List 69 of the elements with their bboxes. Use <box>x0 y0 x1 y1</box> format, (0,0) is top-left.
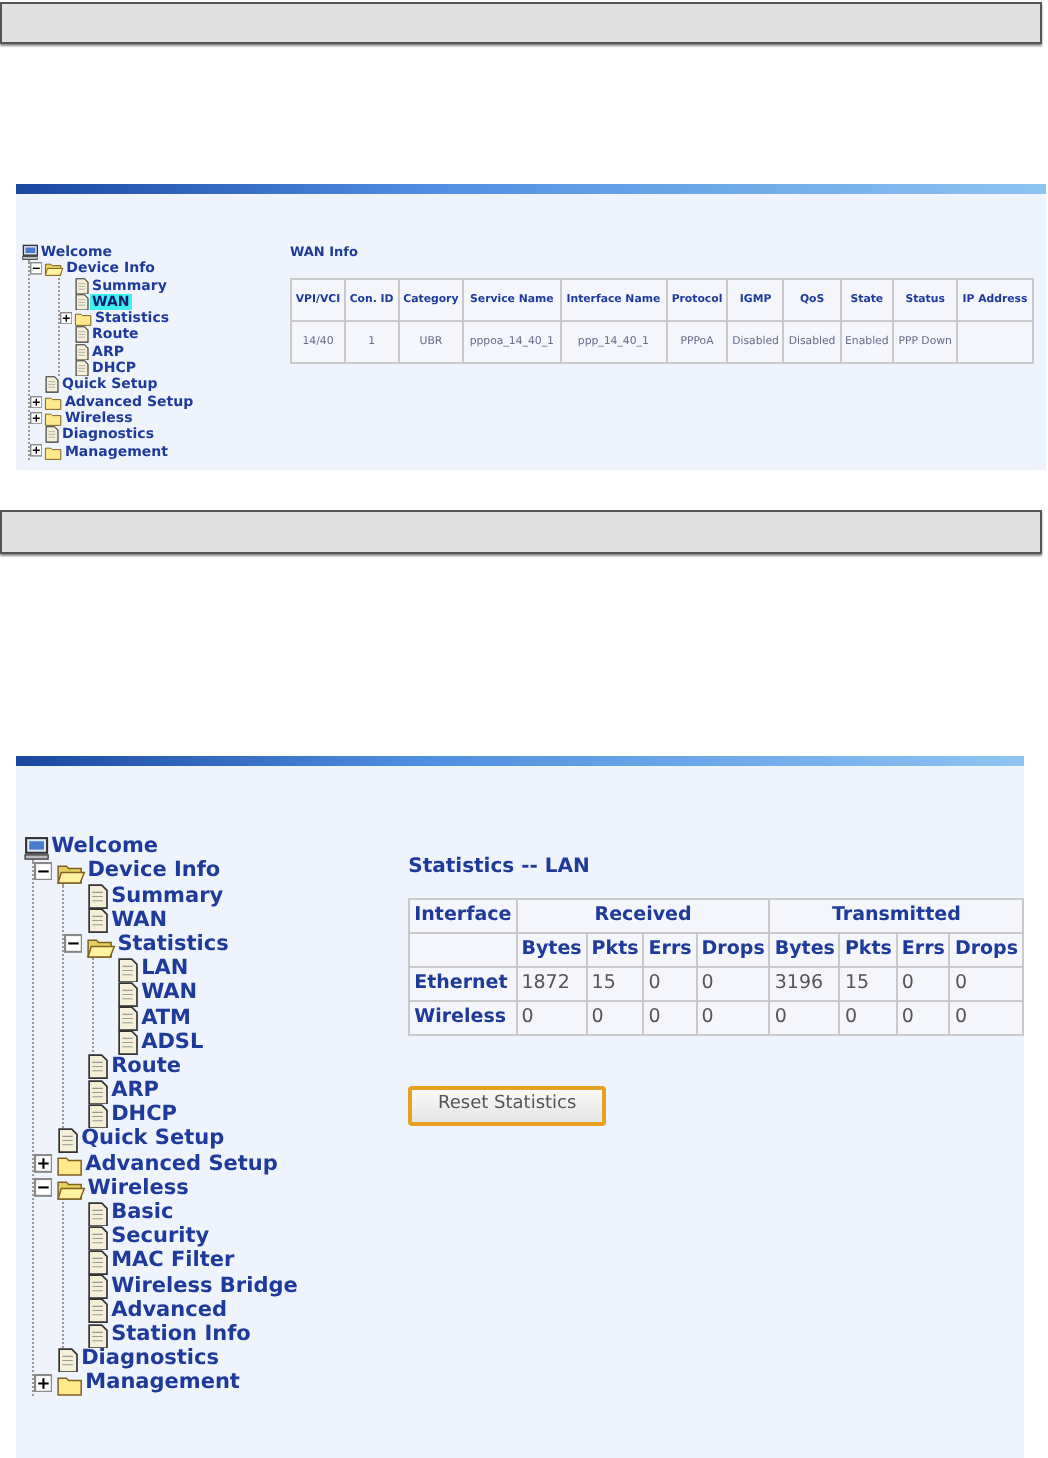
column-header: Errs <box>643 933 697 967</box>
folder-icon <box>56 1152 84 1178</box>
column-header: Pkts <box>839 933 897 967</box>
folder-icon <box>74 310 93 328</box>
table-cell: 0 <box>696 967 770 1001</box>
document-icon <box>116 957 140 983</box>
document-icon <box>86 884 110 910</box>
document-icon <box>44 376 61 394</box>
document-icon <box>116 1006 140 1032</box>
collapse-icon[interactable] <box>30 262 43 276</box>
document-icon <box>86 1249 110 1276</box>
open-folder-icon <box>56 1176 86 1203</box>
expand-icon[interactable] <box>30 411 43 425</box>
row-header: Wireless <box>409 1001 517 1035</box>
document-icon <box>116 981 140 1008</box>
open-folder-icon <box>44 260 65 278</box>
expand-icon[interactable] <box>30 395 43 408</box>
document-icon <box>86 1225 110 1251</box>
document-icon <box>74 343 91 361</box>
row-header: Ethernet <box>409 967 517 1001</box>
table-cell: 1872 <box>516 967 587 1001</box>
page-title: Statistics -- LAN <box>408 854 592 882</box>
computer-icon <box>24 835 50 861</box>
document-icon <box>44 426 61 444</box>
table-cell: 3196 <box>769 967 840 1001</box>
document-icon <box>74 326 91 344</box>
table-cell: 0 <box>896 967 950 1001</box>
column-header: Drops <box>949 933 1023 967</box>
document-icon <box>86 908 110 934</box>
document-icon <box>74 277 91 294</box>
document-icon <box>116 1030 140 1056</box>
table-cell: 0 <box>586 1001 644 1035</box>
table-cell: 0 <box>643 1001 697 1035</box>
document-icon <box>74 360 91 377</box>
table-cell: 0 <box>516 1001 587 1035</box>
table-cell: 15 <box>839 967 897 1001</box>
document-icon <box>86 1274 110 1300</box>
column-group-header: Received <box>516 899 770 933</box>
document-icon <box>86 1079 110 1105</box>
table-cell: 0 <box>839 1001 897 1035</box>
expand-icon[interactable] <box>60 312 73 325</box>
collapse-icon[interactable] <box>34 861 53 881</box>
document-icon <box>74 293 91 311</box>
table-cell: 0 <box>643 967 697 1001</box>
column-header: Pkts <box>586 933 644 967</box>
table-cell: 0 <box>769 1001 840 1035</box>
column-header: Interface <box>409 899 517 933</box>
column-header: Bytes <box>516 933 587 967</box>
table-cell: 15 <box>586 967 644 1001</box>
collapse-icon[interactable] <box>64 934 83 954</box>
reset-button[interactable]: Reset Statistics <box>408 1086 607 1125</box>
table-cell: 0 <box>949 1001 1023 1035</box>
column-header: Errs <box>896 933 950 967</box>
table-cell: 0 <box>949 967 1023 1001</box>
document-icon <box>86 1298 110 1324</box>
computer-icon <box>22 243 39 261</box>
column-header: Bytes <box>769 933 840 967</box>
document-icon <box>86 1103 110 1129</box>
expand-icon[interactable] <box>34 1373 53 1393</box>
table-cell: 0 <box>896 1001 950 1035</box>
expand-icon[interactable] <box>34 1154 53 1173</box>
column-group-header: Transmitted <box>769 899 1023 933</box>
column-header: Drops <box>696 933 770 967</box>
table-cell: 0 <box>696 1001 770 1035</box>
tree-item[interactable]: Management <box>83 1368 242 1401</box>
expand-icon[interactable] <box>30 444 43 458</box>
document-icon <box>86 1201 110 1227</box>
document-icon <box>86 1323 110 1349</box>
collapse-icon[interactable] <box>34 1178 53 1198</box>
